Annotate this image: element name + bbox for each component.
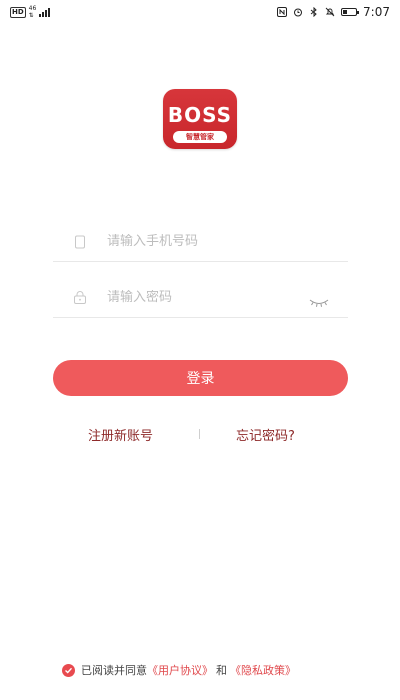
network-type: 46 ⇅ — [29, 5, 37, 19]
status-bar: HD 46 ⇅ 7:07 — [0, 0, 400, 24]
agreement-row: 已阅读并同意 《用户协议》 和 《隐私政策》 — [62, 662, 296, 678]
agreement-and: 和 — [216, 664, 227, 677]
network-type-label: 46 — [28, 5, 37, 12]
user-agreement-link[interactable]: 《用户协议》 — [147, 662, 213, 678]
alarm-icon — [293, 7, 303, 17]
phone-input[interactable] — [107, 234, 348, 249]
password-field — [53, 278, 348, 318]
hd-badge: HD — [10, 6, 26, 18]
login-button[interactable]: 登录 — [53, 360, 348, 396]
battery-icon — [341, 8, 360, 16]
agreement-checkbox[interactable] — [62, 663, 75, 677]
privacy-policy-link[interactable]: 《隐私政策》 — [230, 662, 296, 678]
logo-subtitle: 智慧管家 — [173, 131, 227, 143]
network-activity-icon: ⇅ — [28, 12, 34, 19]
logo-text: BOSS — [167, 103, 233, 127]
bluetooth-icon — [309, 7, 319, 17]
phone-icon — [73, 235, 87, 249]
clock: 7:07 — [363, 5, 390, 19]
status-right: 7:07 — [277, 5, 390, 19]
link-divider — [199, 429, 200, 439]
lock-icon — [73, 290, 87, 305]
mute-icon — [325, 7, 335, 17]
signal-icon — [39, 7, 51, 17]
phone-field — [53, 222, 348, 262]
battery-level — [343, 10, 348, 14]
agreement-prefix: 已阅读并同意 — [81, 664, 147, 677]
forgot-password-link[interactable]: 忘记密码? — [236, 425, 295, 444]
eye-closed-icon[interactable] — [308, 293, 330, 307]
app-logo: BOSS 智慧管家 — [163, 89, 237, 149]
register-link[interactable]: 注册新账号 — [88, 425, 153, 444]
nfc-icon — [277, 7, 288, 17]
password-input[interactable] — [107, 290, 308, 305]
status-left: HD 46 ⇅ — [10, 5, 51, 19]
